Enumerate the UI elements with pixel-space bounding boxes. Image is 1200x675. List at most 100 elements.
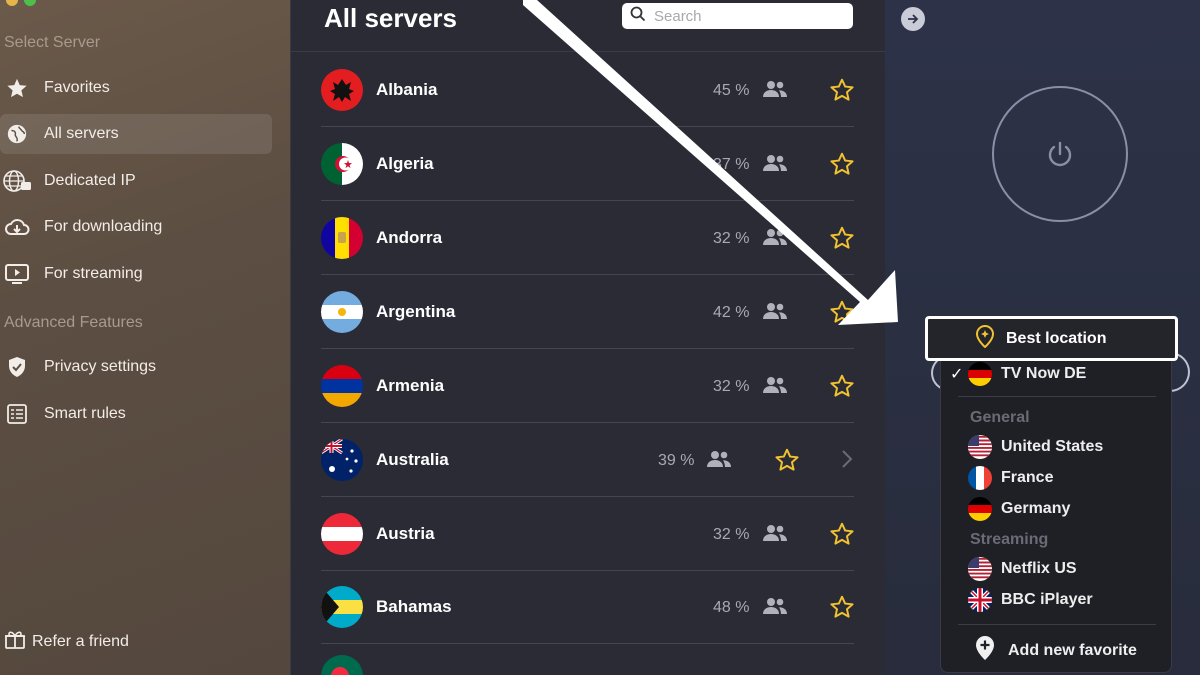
zoom-window-button[interactable]: [24, 0, 36, 6]
users-icon: [762, 524, 788, 547]
server-load: 45 %: [713, 82, 750, 99]
sidebar-item-favorites[interactable]: Favorites: [0, 68, 272, 108]
sidebar-item-for-downloading[interactable]: For downloading: [0, 207, 272, 247]
location-pin-sparkle-icon: [974, 324, 996, 353]
users-icon: [762, 154, 788, 177]
gift-icon: [4, 628, 26, 655]
add-new-favorite-label: Add new favorite: [1008, 641, 1137, 659]
favorite-star-icon[interactable]: [829, 151, 855, 182]
server-list-panel: All servers Albania 45 % Algeria 37 %: [290, 0, 886, 675]
country-name: Armenia: [376, 376, 445, 395]
server-load: 32 %: [713, 378, 750, 395]
country-name: Australia: [376, 450, 449, 469]
dropdown-item-label: Germany: [1001, 500, 1071, 517]
favorite-star-icon[interactable]: [774, 447, 800, 478]
sidebar-item-privacy-settings[interactable]: Privacy settings: [0, 347, 272, 387]
sidebar-item-all-servers[interactable]: All servers: [0, 114, 272, 154]
refer-a-friend-link[interactable]: Refer a friend: [4, 628, 129, 655]
server-load: 39 %: [658, 452, 695, 469]
collapse-panel-button[interactable]: [901, 7, 925, 31]
dropdown-item-label: TV Now DE: [1001, 365, 1087, 382]
dropdown-item-label: Netflix US: [1001, 560, 1077, 577]
algeria-flag-icon: [321, 143, 363, 185]
united-states-flag-icon: [968, 435, 992, 459]
sidebar-item-label: Smart rules: [44, 405, 126, 422]
sidebar: Select Server Favorites All servers Dedi…: [0, 0, 290, 675]
dropdown-item-label: France: [1001, 469, 1054, 486]
country-name: Albania: [376, 80, 438, 99]
dropdown-section-general: General: [970, 409, 1030, 426]
united-states-flag-icon: [968, 557, 992, 581]
play-screen-icon: [0, 263, 34, 285]
best-location-option[interactable]: Best location: [925, 316, 1178, 361]
server-row-argentina[interactable]: Argentina 42 %: [321, 275, 854, 349]
dropdown-divider: [958, 624, 1156, 625]
server-row-armenia[interactable]: Armenia 32 %: [321, 349, 854, 423]
favorite-star-icon[interactable]: [829, 373, 855, 404]
window-controls: [6, 0, 36, 6]
server-load: 48 %: [713, 599, 750, 616]
connect-button[interactable]: [992, 86, 1128, 222]
sidebar-item-for-streaming[interactable]: For streaming: [0, 254, 272, 294]
chevron-right-icon[interactable]: [840, 449, 854, 474]
albania-flag-icon: [321, 69, 363, 111]
france-flag-icon: [968, 466, 992, 490]
server-load: 42 %: [713, 304, 750, 321]
sidebar-item-label: Dedicated IP: [44, 172, 136, 189]
minimize-window-button[interactable]: [6, 0, 18, 6]
add-new-favorite-button[interactable]: Add new favorite: [975, 635, 1137, 666]
refer-label: Refer a friend: [32, 632, 129, 650]
country-name: Algeria: [376, 154, 434, 173]
bahamas-flag-icon: [321, 586, 363, 628]
users-icon: [762, 228, 788, 251]
austria-flag-icon: [321, 513, 363, 555]
server-load: 32 %: [713, 526, 750, 543]
server-row-algeria[interactable]: Algeria 37 %: [321, 127, 854, 201]
users-icon: [706, 450, 732, 473]
germany-flag-icon: [968, 362, 992, 386]
bangladesh-flag-icon: [321, 655, 363, 675]
country-name: Argentina: [376, 302, 456, 321]
search-box[interactable]: [622, 3, 853, 29]
sidebar-item-label: Favorites: [44, 79, 110, 96]
users-icon: [762, 302, 788, 325]
server-row-austria[interactable]: Austria 32 %: [321, 497, 854, 571]
favorite-star-icon[interactable]: [829, 77, 855, 108]
dropdown-item-label: BBC iPlayer: [1001, 591, 1093, 608]
checkmark-icon: ✓: [950, 366, 964, 383]
users-icon: [762, 376, 788, 399]
dropdown-item-germany[interactable]: Germany: [968, 496, 1070, 522]
dropdown-item-netflix-us[interactable]: Netflix US: [968, 556, 1077, 582]
dropdown-item-france[interactable]: France: [968, 465, 1053, 491]
section-label-select-server: Select Server: [4, 34, 101, 51]
users-icon: [762, 597, 788, 620]
dropdown-item-united-states[interactable]: United States: [968, 434, 1103, 460]
location-pin-plus-icon: [975, 635, 995, 666]
server-list-header: All servers: [291, 0, 886, 52]
favorite-star-icon[interactable]: [829, 521, 855, 552]
dropdown-divider: [958, 396, 1156, 397]
server-load: 37 %: [713, 156, 750, 173]
page-title: All servers: [324, 3, 457, 33]
server-row-bahamas[interactable]: Bahamas 48 %: [321, 570, 854, 644]
sidebar-item-dedicated-ip[interactable]: Dedicated IP: [0, 161, 272, 201]
best-location-label: Best location: [1006, 329, 1107, 347]
country-name: Andorra: [376, 228, 443, 247]
arrow-right-icon: [908, 14, 919, 24]
globe-icon: [0, 123, 34, 145]
dropdown-item-tv-now-de[interactable]: TV Now DE: [968, 361, 1086, 387]
server-row-australia[interactable]: Australia 39 %: [321, 423, 854, 497]
favorite-star-icon[interactable]: [829, 225, 855, 256]
search-input[interactable]: [654, 7, 834, 25]
sidebar-item-label: For downloading: [44, 218, 163, 235]
server-row-andorra[interactable]: Andorra 32 %: [321, 201, 854, 275]
section-label-advanced-features: Advanced Features: [4, 314, 143, 331]
dropdown-item-bbc-iplayer[interactable]: BBC iPlayer: [968, 587, 1093, 613]
armenia-flag-icon: [321, 365, 363, 407]
favorite-star-icon[interactable]: [829, 594, 855, 625]
favorite-star-icon[interactable]: [829, 299, 855, 330]
sidebar-item-smart-rules[interactable]: Smart rules: [0, 394, 272, 434]
server-row-albania[interactable]: Albania 45 %: [321, 53, 854, 127]
germany-flag-icon: [968, 497, 992, 521]
cloud-download-icon: [0, 216, 34, 238]
